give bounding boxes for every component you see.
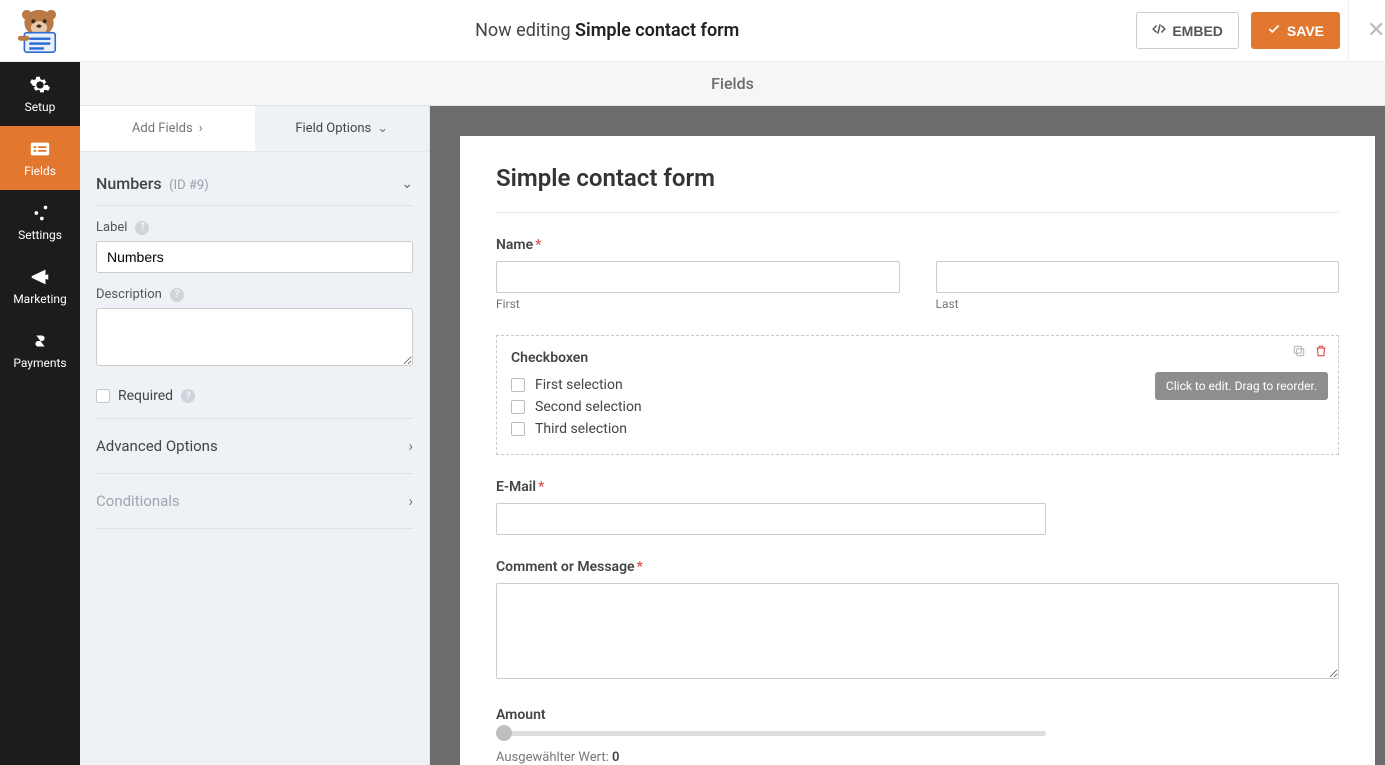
tab-field-options[interactable]: Field Options ⌄ bbox=[255, 106, 430, 151]
embed-button[interactable]: EMBED bbox=[1136, 12, 1239, 49]
first-name-input[interactable] bbox=[496, 261, 900, 293]
chevron-right-icon: › bbox=[199, 121, 203, 136]
check-icon bbox=[1267, 22, 1281, 39]
checkbox-label: Checkboxen bbox=[511, 350, 1324, 366]
tab-add-fields[interactable]: Add Fields › bbox=[80, 106, 255, 151]
email-input[interactable] bbox=[496, 503, 1046, 535]
close-icon[interactable]: ✕ bbox=[1348, 0, 1385, 61]
conditionals-toggle[interactable]: Conditionals › bbox=[96, 474, 413, 529]
field-options-panel: Add Fields › Field Options ⌄ Numbers bbox=[80, 106, 430, 765]
left-nav: Setup Fields Settings Marketing Payments bbox=[0, 62, 80, 765]
last-name-sublabel: Last bbox=[936, 297, 1340, 311]
chevron-down-icon: ⌄ bbox=[401, 176, 413, 192]
nav-settings[interactable]: Settings bbox=[0, 190, 80, 254]
comment-textarea[interactable] bbox=[496, 583, 1339, 679]
save-button[interactable]: SAVE bbox=[1251, 12, 1340, 49]
slider-value-display: Ausgewählter Wert: 0 bbox=[496, 750, 1339, 765]
form-canvas-area: Simple contact form Name* First bbox=[430, 106, 1385, 765]
label-field-label: Label ? bbox=[96, 220, 413, 235]
description-textarea[interactable] bbox=[96, 308, 413, 366]
chevron-right-icon: › bbox=[408, 492, 413, 510]
nav-payments-label: Payments bbox=[13, 356, 66, 370]
reorder-tooltip: Click to edit. Drag to reorder. bbox=[1155, 372, 1328, 400]
duplicate-icon[interactable] bbox=[1292, 344, 1306, 362]
nav-fields-label: Fields bbox=[24, 164, 56, 178]
nav-fields[interactable]: Fields bbox=[0, 126, 80, 190]
nav-settings-label: Settings bbox=[18, 228, 62, 242]
field-email[interactable]: E-Mail* bbox=[496, 479, 1339, 535]
subheader: Fields bbox=[80, 62, 1385, 106]
field-amount[interactable]: Amount Ausgewählter Wert: 0 bbox=[496, 707, 1339, 765]
nav-setup-label: Setup bbox=[25, 100, 56, 114]
section-toggle-numbers[interactable]: Numbers (ID #9) ⌄ bbox=[96, 168, 413, 206]
checkbox-option[interactable]: Third selection bbox=[511, 418, 1324, 440]
required-label: Required bbox=[118, 388, 173, 404]
page-title: Now editing Simple contact form bbox=[78, 20, 1136, 41]
field-name[interactable]: Name* First Last bbox=[496, 237, 1339, 311]
top-bar: Now editing Simple contact form EMBED SA… bbox=[0, 0, 1385, 62]
trash-icon[interactable] bbox=[1314, 344, 1328, 362]
chevron-down-icon: ⌄ bbox=[377, 121, 388, 136]
required-checkbox[interactable] bbox=[96, 389, 110, 403]
slider-thumb[interactable] bbox=[496, 725, 512, 741]
amount-slider[interactable] bbox=[496, 731, 1046, 736]
nav-marketing-label: Marketing bbox=[13, 292, 67, 306]
help-icon[interactable]: ? bbox=[135, 221, 149, 235]
nav-setup[interactable]: Setup bbox=[0, 62, 80, 126]
nav-marketing[interactable]: Marketing bbox=[0, 254, 80, 318]
chevron-right-icon: › bbox=[408, 437, 413, 455]
nav-payments[interactable]: Payments bbox=[0, 318, 80, 382]
help-icon[interactable]: ? bbox=[170, 288, 184, 302]
field-checkboxes[interactable]: Click to edit. Drag to reorder. Checkbox… bbox=[496, 335, 1339, 455]
label-input[interactable] bbox=[96, 241, 413, 273]
advanced-options-toggle[interactable]: Advanced Options › bbox=[96, 419, 413, 474]
code-icon bbox=[1152, 22, 1166, 39]
first-name-sublabel: First bbox=[496, 297, 900, 311]
app-logo bbox=[0, 8, 78, 54]
field-comment[interactable]: Comment or Message* bbox=[496, 559, 1339, 683]
last-name-input[interactable] bbox=[936, 261, 1340, 293]
form-title: Simple contact form bbox=[496, 164, 1339, 213]
help-icon[interactable]: ? bbox=[181, 389, 195, 403]
description-field-label: Description ? bbox=[96, 287, 413, 302]
